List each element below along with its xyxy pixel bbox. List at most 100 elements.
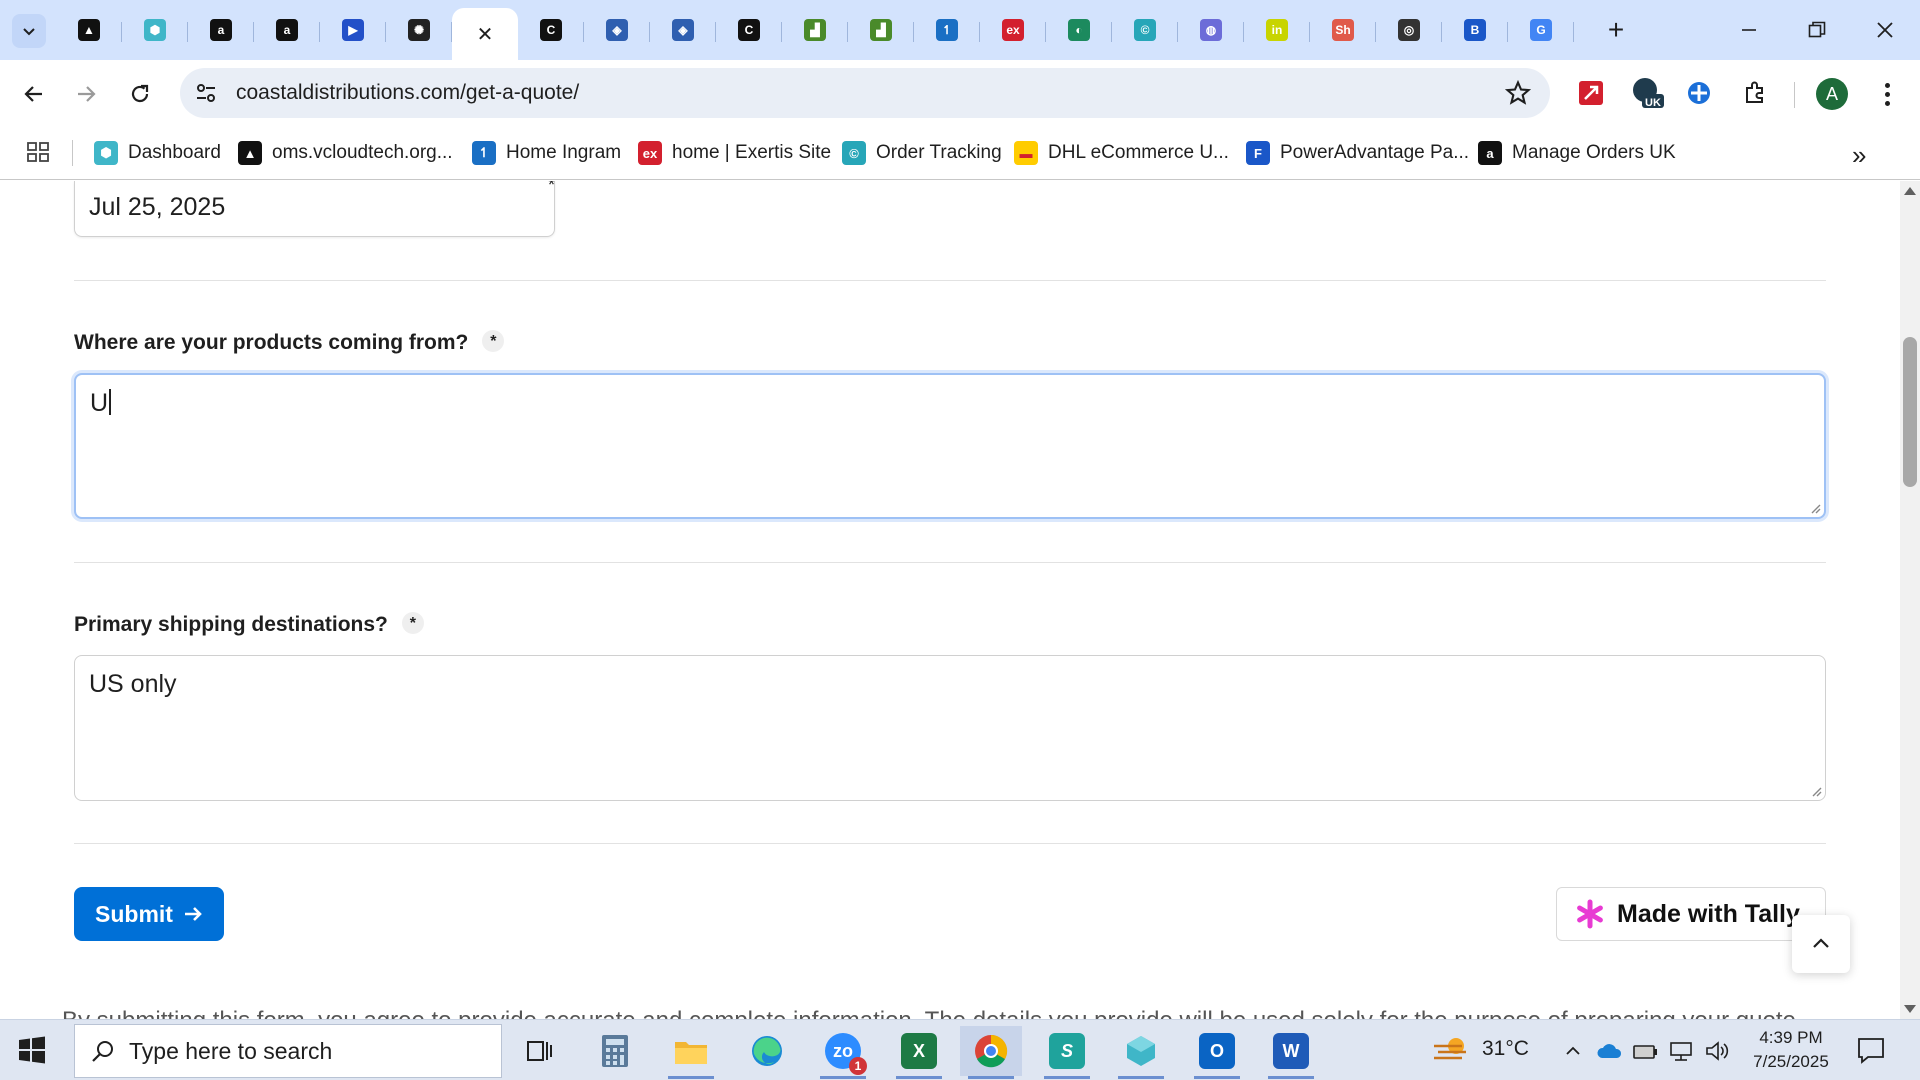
zoom-app[interactable]: zo 1 bbox=[812, 1026, 874, 1079]
browser-tab[interactable]: ◈ bbox=[650, 8, 716, 52]
tab-search-button[interactable] bbox=[12, 14, 46, 48]
apps-grid-icon[interactable] bbox=[26, 140, 50, 164]
onedrive-tray[interactable] bbox=[1596, 1038, 1622, 1064]
scroll-down-icon[interactable] bbox=[1904, 1005, 1916, 1013]
date-input[interactable]: Jul 25, 2025 bbox=[74, 181, 555, 237]
destination-textarea-value: US only bbox=[89, 670, 177, 698]
origin-textarea[interactable]: U bbox=[74, 373, 1826, 519]
forward-button[interactable] bbox=[66, 74, 106, 114]
word-app[interactable]: W bbox=[1260, 1026, 1322, 1079]
bookmark-favicon-icon: a bbox=[1478, 141, 1502, 165]
task-view-button[interactable] bbox=[508, 1026, 570, 1076]
s-app[interactable]: S bbox=[1036, 1026, 1098, 1079]
page-scrollbar[interactable] bbox=[1900, 181, 1920, 1019]
windows-start-icon[interactable] bbox=[18, 1036, 46, 1064]
outlook-app[interactable]: O bbox=[1186, 1026, 1248, 1079]
browser-tab[interactable]: in bbox=[1244, 8, 1310, 52]
section-divider bbox=[74, 562, 1826, 563]
bookmark-item[interactable]: ↿ Home Ingram bbox=[472, 138, 621, 168]
browser-tab[interactable]: ▲ bbox=[56, 8, 122, 52]
close-window-button[interactable] bbox=[1860, 10, 1910, 50]
bookmark-label: Dashboard bbox=[128, 142, 221, 163]
browser-tab[interactable]: ▟ bbox=[848, 8, 914, 52]
profile-avatar[interactable]: A bbox=[1816, 78, 1848, 110]
browser-tab-active[interactable]: ✕ bbox=[452, 8, 518, 60]
scroll-up-icon[interactable] bbox=[1904, 187, 1916, 195]
minimize-button[interactable] bbox=[1724, 10, 1774, 50]
extensions-puzzle-icon[interactable] bbox=[1738, 76, 1772, 110]
battery-tray[interactable] bbox=[1632, 1038, 1658, 1064]
resize-handle-icon[interactable] bbox=[1810, 785, 1822, 797]
bookmark-label: home | Exertis Site bbox=[672, 142, 832, 163]
browser-tab[interactable]: © bbox=[1112, 8, 1178, 52]
browser-tab[interactable]: a bbox=[188, 8, 254, 52]
calculator-app[interactable] bbox=[584, 1026, 646, 1076]
chrome-app[interactable] bbox=[960, 1026, 1022, 1079]
restore-button[interactable] bbox=[1792, 10, 1842, 50]
bookmark-item[interactable]: ▲ oms.vcloudtech.org... bbox=[238, 138, 453, 168]
browser-tab[interactable]: Sh bbox=[1310, 8, 1376, 52]
browser-tab[interactable]: G bbox=[1508, 8, 1574, 52]
bookmark-star-icon[interactable] bbox=[1504, 79, 1532, 107]
puzzle-blue-extension-icon[interactable] bbox=[1682, 76, 1716, 110]
bookmark-item[interactable]: F PowerAdvantage Pa... bbox=[1246, 138, 1469, 168]
browser-tab[interactable]: ◍ bbox=[1178, 8, 1244, 52]
notification-center-icon[interactable] bbox=[1856, 1036, 1886, 1064]
show-hidden-icons-button[interactable] bbox=[1560, 1038, 1586, 1064]
page-content: Jul 25, 2025 * Where are your products c… bbox=[0, 181, 1900, 1019]
restore-icon bbox=[1808, 21, 1826, 38]
cube-app[interactable] bbox=[1110, 1026, 1172, 1079]
browser-tab[interactable]: ◈ bbox=[584, 8, 650, 52]
browser-menu-icon[interactable] bbox=[1874, 78, 1900, 110]
browser-tab[interactable]: ⬢ bbox=[122, 8, 188, 52]
browser-tab[interactable]: ✺ bbox=[386, 8, 452, 52]
bookmark-item[interactable]: ▬ DHL eCommerce U... bbox=[1014, 138, 1229, 168]
bookmark-item[interactable]: © Order Tracking bbox=[842, 138, 1002, 168]
file-explorer-app[interactable] bbox=[660, 1026, 722, 1079]
address-bar[interactable]: coastaldistributions.com/get-a-quote/ bbox=[180, 68, 1550, 118]
bookmark-label: PowerAdvantage Pa... bbox=[1280, 142, 1470, 163]
scroll-to-top-button[interactable] bbox=[1792, 915, 1850, 973]
svg-text:UK: UK bbox=[1645, 97, 1661, 109]
back-button[interactable] bbox=[14, 74, 54, 114]
submit-button[interactable]: Submit bbox=[74, 887, 224, 941]
uk-extension-icon[interactable]: UK bbox=[1630, 76, 1664, 110]
close-tab-icon[interactable]: ✕ bbox=[477, 22, 494, 47]
pdf-extension-icon[interactable] bbox=[1574, 76, 1608, 110]
weather-widget[interactable]: 31°C bbox=[1432, 1034, 1529, 1064]
new-tab-button[interactable]: + bbox=[1598, 12, 1634, 48]
browser-tab[interactable]: C bbox=[518, 8, 584, 52]
browser-tab[interactable]: ◐ bbox=[1046, 8, 1112, 52]
openai-favicon-icon: ✺ bbox=[408, 19, 430, 41]
browser-tab[interactable]: ↿ bbox=[914, 8, 980, 52]
excel-app[interactable]: X bbox=[888, 1026, 950, 1079]
reload-button[interactable] bbox=[120, 74, 160, 114]
volume-tray[interactable] bbox=[1704, 1038, 1730, 1064]
site-info-icon[interactable] bbox=[194, 81, 218, 105]
browser-tab[interactable]: C bbox=[716, 8, 782, 52]
destination-textarea[interactable]: US only bbox=[74, 655, 1826, 801]
browser-tab[interactable]: ◎ bbox=[1376, 8, 1442, 52]
browser-tab[interactable]: ex bbox=[980, 8, 1046, 52]
box-favicon-icon: ◈ bbox=[672, 19, 694, 41]
more-bookmarks-icon[interactable]: » bbox=[1852, 140, 1866, 171]
bookmark-item[interactable]: ex home | Exertis Site bbox=[638, 138, 831, 168]
network-tray[interactable] bbox=[1668, 1038, 1694, 1064]
browser-tab[interactable]: ▶ bbox=[320, 8, 386, 52]
edge-icon bbox=[752, 1036, 782, 1066]
browser-tab[interactable]: B bbox=[1442, 8, 1508, 52]
edge-app[interactable] bbox=[736, 1026, 798, 1076]
scrollbar-thumb[interactable] bbox=[1903, 337, 1917, 487]
bookmark-item[interactable]: ⬢ Dashboard bbox=[94, 138, 221, 168]
url-text[interactable]: coastaldistributions.com/get-a-quote/ bbox=[236, 81, 579, 105]
made-with-tally-badge[interactable]: Made with Tally bbox=[1556, 887, 1826, 941]
taskbar-search[interactable]: Type here to search bbox=[74, 1024, 502, 1078]
back-arrow-icon bbox=[24, 86, 42, 102]
bookmark-item[interactable]: a Manage Orders UK bbox=[1478, 138, 1676, 168]
browser-tab[interactable]: ▟ bbox=[782, 8, 848, 52]
clock-date: 7/25/2025 bbox=[1753, 1052, 1829, 1071]
resize-handle-icon[interactable] bbox=[1809, 502, 1821, 514]
taskbar-clock[interactable]: 4:39 PM 7/25/2025 bbox=[1744, 1026, 1838, 1074]
green-favicon-icon: ▟ bbox=[804, 19, 826, 41]
browser-tab[interactable]: a bbox=[254, 8, 320, 52]
